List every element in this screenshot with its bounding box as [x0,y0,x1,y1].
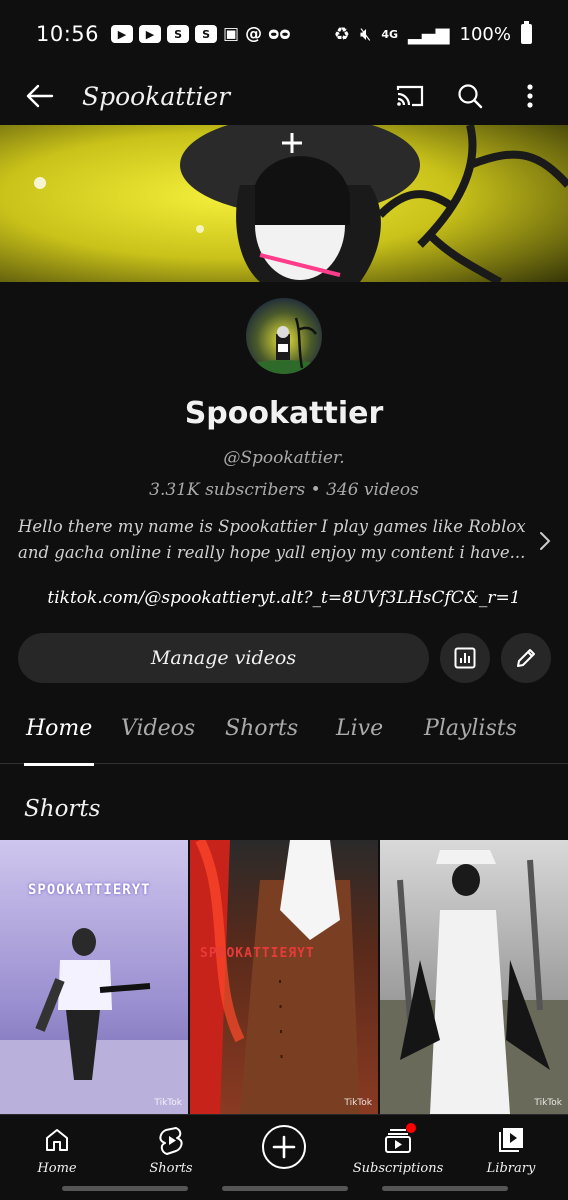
mute-icon: 🔇︎ [359,23,372,45]
channel-avatar[interactable] [246,298,322,374]
voicemail-icon: ᴑᴑ [268,24,291,44]
shorts-section-title: Shorts [24,796,101,822]
description-line-2: and gacha online i really hope yall enjo… [18,543,526,562]
cast-button[interactable] [380,70,440,122]
youtube-notification-icon: ▶ [111,25,134,43]
gesture-bar-center [222,1186,348,1191]
manage-videos-button[interactable]: Manage videos [18,633,429,683]
more-vert-icon [527,84,533,108]
avatar-image [246,298,322,374]
gesture-bar-right [382,1186,508,1191]
nav-subscriptions-label: Subscriptions [352,1161,444,1176]
short-1-brand-text: SPOOKATTIERYT [28,882,151,898]
short-thumbnail-1[interactable]: SPOOKATTIERYT TikTok [0,840,188,1114]
nav-library-label: Library [486,1161,536,1176]
tab-home[interactable]: Home [23,716,95,766]
nav-home[interactable]: Home [7,1123,107,1185]
short-2-image [190,840,360,1114]
back-arrow-icon [26,84,54,108]
header-title: Spookattier [82,81,231,111]
signal-icon: ▂▄▆ [408,23,450,45]
battery-percent: 100% [459,23,511,45]
pencil-icon [517,649,535,667]
gesture-bar-left [62,1186,188,1191]
channel-description[interactable]: Hello there my name is Spookattier I pla… [18,514,528,566]
chevron-right-icon [540,532,551,550]
tab-playlists[interactable]: Playlists [424,716,517,762]
channel-stats: 3.31K subscribers • 346 videos [149,480,419,500]
tab-live[interactable]: Live [336,716,383,762]
battery-saver-icon: ♻ [333,23,350,45]
channel-link[interactable]: tiktok.com/@spookattieryt.alt?_t=8UVf3LH… [0,588,568,608]
search-button[interactable] [440,70,500,122]
status-left: 10:56 ▶ ▶ S S ▣ @ ᴑᴑ [36,22,291,46]
description-expand-button[interactable] [532,528,558,554]
app-header: Spookattier [0,68,568,124]
shorts-icon [158,1123,184,1157]
s-app-notification-icon-2: S [195,25,218,43]
shorts-shelf: SPOOKATTIERYT TikTok SPOOKATTIEЯYT TikTo… [0,840,568,1114]
banner-artwork [0,125,568,282]
channel-handle: @Spookattier. [223,448,345,468]
youtube-notification-icon-2: ▶ [139,25,162,43]
short-thumbnail-3[interactable]: TikTok [380,840,568,1114]
battery-icon [521,21,532,44]
nav-shorts[interactable]: Shorts [121,1123,221,1185]
back-button[interactable] [14,70,66,122]
status-time: 10:56 [36,22,100,46]
nav-shorts-label: Shorts [149,1161,193,1176]
tab-videos[interactable]: Videos [121,716,195,762]
tab-shorts[interactable]: Shorts [225,716,298,762]
analytics-button[interactable] [440,633,490,683]
short-2-brand-text: SPOOKATTIEЯYT [200,946,315,961]
nav-subscriptions[interactable]: Subscriptions [348,1123,448,1185]
subscriptions-notification-dot [406,1123,416,1133]
more-options-button[interactable] [500,70,560,122]
short-3-source: TikTok [534,1098,562,1108]
network-type: 4G [381,27,398,41]
short-2-source: TikTok [344,1098,372,1108]
create-icon [261,1123,307,1171]
nav-create[interactable] [234,1123,334,1185]
analytics-icon [454,647,476,669]
short-thumbnail-2[interactable]: SPOOKATTIEЯYT TikTok [190,840,378,1114]
status-bar: 10:56 ▶ ▶ S S ▣ @ ᴑᴑ ♻ 🔇︎ 4G ▂▄▆ 100% [0,0,568,68]
channel-name: Spookattier [184,396,384,431]
cast-icon [396,85,424,107]
status-right: ♻ 🔇︎ 4G ▂▄▆ 100% [333,21,532,45]
nav-home-label: Home [37,1161,77,1176]
description-line-1: Hello there my name is Spookattier I pla… [18,517,526,536]
edit-channel-button[interactable] [501,633,551,683]
channel-tabs: Home Videos Shorts Live Playlists [0,706,568,766]
s-app-notification-icon: S [167,25,190,43]
header-actions [380,70,560,122]
library-icon [497,1123,525,1157]
nav-library[interactable]: Library [461,1123,561,1185]
home-icon [44,1123,70,1157]
short-1-source: TikTok [154,1098,182,1108]
gallery-notification-icon: ▣ [223,24,240,44]
short-3-image [380,850,568,1114]
search-icon [458,84,483,109]
subscriptions-icon [384,1123,416,1157]
threads-notification-icon: @ [245,24,263,44]
channel-banner [0,125,568,282]
